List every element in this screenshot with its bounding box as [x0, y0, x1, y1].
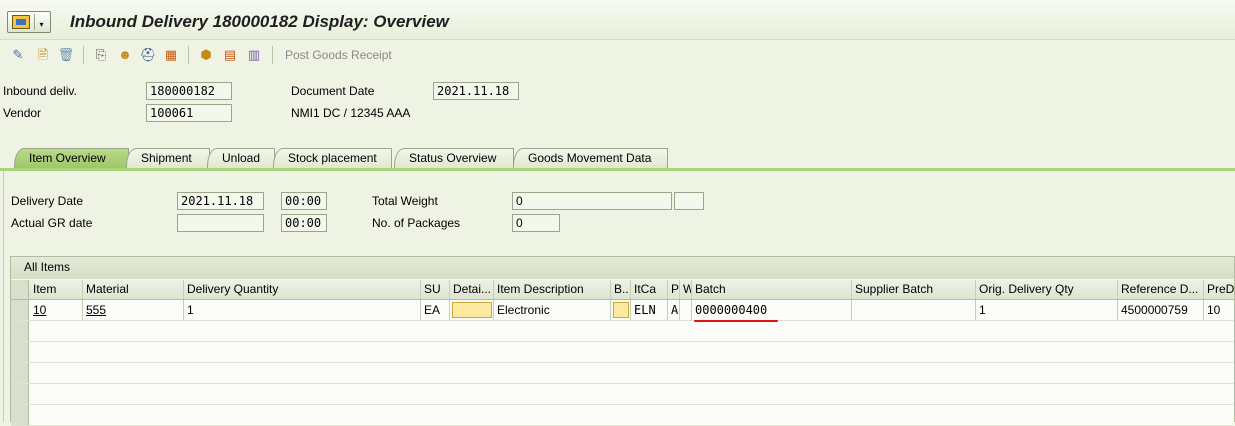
actual-gr-date-label: Actual GR date: [11, 216, 93, 230]
cell-supplier-batch[interactable]: [852, 300, 976, 320]
column-header-details[interactable]: Detai...: [450, 280, 494, 299]
table-row[interactable]: [11, 405, 1234, 426]
hat-icon[interactable]: ⛑: [140, 47, 157, 63]
row-selector[interactable]: [11, 405, 29, 425]
cell-item[interactable]: 10: [30, 300, 83, 320]
tab-unload[interactable]: Unload: [207, 148, 275, 168]
delivery-time-field[interactable]: 00:00: [281, 192, 327, 210]
column-header-itca[interactable]: ItCa: [631, 280, 668, 299]
cell-su[interactable]: EA: [421, 300, 450, 320]
tab-item-overview[interactable]: Item Overview: [14, 148, 129, 168]
column-header-supplier-batch[interactable]: Supplier Batch: [852, 280, 976, 299]
post-goods-receipt-button[interactable]: Post Goods Receipt: [285, 48, 392, 62]
no-of-packages-label: No. of Packages: [372, 216, 461, 230]
column-header-p[interactable]: P: [668, 280, 680, 299]
row-selector[interactable]: [11, 300, 29, 320]
total-weight-label: Total Weight: [372, 194, 438, 208]
actual-gr-time-field[interactable]: 00:00: [281, 214, 327, 232]
column-header-delivery-quantity[interactable]: Delivery Quantity: [184, 280, 421, 299]
toolbar-separator: [83, 46, 84, 64]
table-row[interactable]: [11, 384, 1234, 405]
edit-icon[interactable]: ✎: [10, 47, 26, 63]
cell-w[interactable]: [680, 300, 692, 320]
row-selector[interactable]: [11, 363, 29, 383]
inbound-deliv-label: Inbound deliv.: [3, 84, 77, 98]
cell-orig-delivery-qty[interactable]: 1: [976, 300, 1118, 320]
cell-item-description[interactable]: Electronic: [494, 300, 611, 320]
actual-gr-date-field[interactable]: [177, 214, 264, 232]
material-link[interactable]: 555: [86, 303, 106, 317]
tab-shipment[interactable]: Shipment: [126, 148, 210, 168]
transfer-icon[interactable]: ⎘: [93, 47, 109, 63]
picking-icon[interactable]: ▤: [222, 47, 238, 63]
table-row[interactable]: [11, 321, 1234, 342]
inbound-deliv-field[interactable]: 180000182: [146, 82, 232, 100]
page-title: Inbound Delivery 180000182 Display: Over…: [70, 12, 449, 31]
grid-icon[interactable]: ▥: [246, 47, 262, 63]
vendor-label: Vendor: [3, 106, 42, 120]
item-link[interactable]: 10: [33, 303, 46, 317]
partner-icon[interactable]: ☻: [117, 47, 133, 63]
table-caption: All Items: [11, 257, 1234, 279]
column-header-item[interactable]: Item: [30, 280, 83, 299]
vendor-description: NMI1 DC / 12345 AAA: [291, 106, 411, 120]
transport-icon[interactable]: ▦: [163, 47, 179, 63]
row-selector[interactable]: [11, 321, 29, 341]
table-row[interactable]: 10 555 1 EA Electronic ELN A 0000000400 …: [11, 300, 1234, 321]
delivery-date-label: Delivery Date: [11, 194, 84, 208]
column-header-su[interactable]: SU: [421, 280, 450, 299]
cell-batch[interactable]: 0000000400: [692, 300, 852, 320]
select-all-cell[interactable]: [11, 280, 29, 299]
weight-unit-field[interactable]: [674, 192, 704, 210]
column-header-predc[interactable]: PreDc: [1204, 280, 1235, 299]
tab-goods-movement-data[interactable]: Goods Movement Data: [513, 148, 668, 168]
delivery-date-field[interactable]: 2021.11.18: [177, 192, 264, 210]
title-bar: ▾ Inbound Delivery 180000182 Display: Ov…: [0, 0, 1235, 40]
system-menu-icon: [12, 15, 30, 29]
cell-details[interactable]: [450, 300, 494, 320]
application-toolbar: ✎ 🗎 🗑 ⎘ ☻ ⛑ ▦ ⬢ ▤ ▥ Post Goods Receipt: [0, 42, 1235, 68]
cell-material[interactable]: 555: [83, 300, 184, 320]
row-selector[interactable]: [11, 342, 29, 362]
tab-stock-placement[interactable]: Stock placement: [273, 148, 392, 168]
total-weight-field[interactable]: 0: [512, 192, 672, 210]
toolbar-separator: [272, 46, 273, 64]
toolbar-separator: [188, 46, 189, 64]
details-button[interactable]: [452, 302, 492, 318]
table-row[interactable]: [11, 363, 1234, 384]
document-date-label: Document Date: [291, 84, 375, 98]
vendor-field[interactable]: 100061: [146, 104, 232, 122]
package-icon[interactable]: ⬢: [198, 47, 214, 63]
dropdown-arrow-icon: ▾: [34, 14, 48, 30]
no-of-packages-field[interactable]: 0: [512, 214, 560, 232]
batch-highlight-underline: [694, 320, 778, 322]
cell-reference-doc[interactable]: 4500000759: [1118, 300, 1204, 320]
column-header-item-description[interactable]: Item Description: [494, 280, 611, 299]
column-header-reference-doc[interactable]: Reference D...: [1118, 280, 1204, 299]
create-icon[interactable]: 🗎: [35, 47, 51, 63]
table-header: Item Material Delivery Quantity SU Detai…: [11, 280, 1235, 300]
column-header-batch[interactable]: Batch: [692, 280, 852, 299]
system-menu-button[interactable]: ▾: [7, 11, 51, 33]
b-button[interactable]: [613, 302, 629, 318]
column-header-b[interactable]: B..: [611, 280, 631, 299]
row-selector[interactable]: [11, 384, 29, 404]
cell-predc[interactable]: 10: [1204, 300, 1235, 320]
cell-delivery-quantity[interactable]: 1: [184, 300, 421, 320]
cell-itca[interactable]: ELN: [631, 300, 668, 320]
cell-p[interactable]: A: [668, 300, 680, 320]
delete-icon[interactable]: 🗑: [58, 47, 75, 63]
document-date-field[interactable]: 2021.11.18: [433, 82, 519, 100]
column-header-w[interactable]: W: [680, 280, 692, 299]
tab-status-overview[interactable]: Status Overview: [394, 148, 514, 168]
cell-b[interactable]: [611, 300, 631, 320]
column-header-orig-delivery-qty[interactable]: Orig. Delivery Qty: [976, 280, 1118, 299]
column-header-material[interactable]: Material: [83, 280, 184, 299]
table-row[interactable]: [11, 342, 1234, 363]
items-table: All Items Item Material Delivery Quantit…: [10, 256, 1235, 426]
